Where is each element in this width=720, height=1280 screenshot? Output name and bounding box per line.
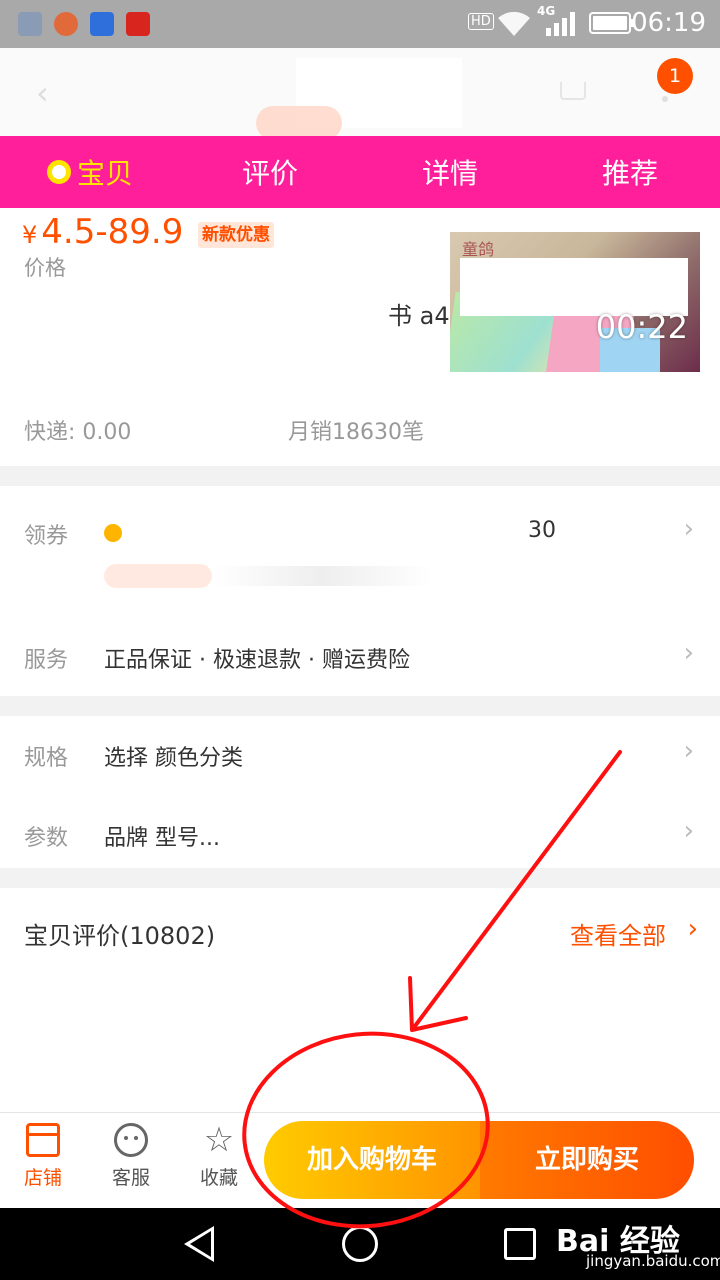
tab-bar: 宝贝 评价 详情 推荐	[0, 136, 720, 208]
currency-symbol: ¥	[22, 221, 38, 249]
shipping-fee: 快递: 0.00	[24, 420, 132, 445]
params-label: 参数	[24, 826, 69, 851]
tab-details[interactable]: 详情	[360, 136, 540, 208]
service-value: 正品保证 · 极速退款 · 赠运费险	[104, 648, 410, 673]
top-nav: ‹ 1	[0, 48, 720, 140]
live-chip[interactable]	[256, 106, 342, 140]
tab-label: 详情	[421, 157, 478, 190]
status-bar: HD 4G 06:19	[0, 0, 720, 48]
product-title-fragment: 书 a4	[388, 302, 450, 330]
star-icon: ☆	[203, 1120, 235, 1160]
system-nav-bar: Bai 经验 jingyan.baidu.com	[0, 1208, 720, 1280]
video-duration: 00:22	[595, 308, 688, 346]
signal-icon	[546, 12, 575, 36]
coupon-redaction	[212, 566, 432, 586]
original-price-label: 价格	[24, 256, 66, 280]
shop-label: 店铺	[23, 1167, 62, 1189]
product-summary: ¥4.5-89.9 新款优惠 价格 书 a4 童鸽 00:22 快递: 0.00…	[0, 208, 720, 466]
battery-icon	[589, 12, 635, 34]
gallery-app-icon	[18, 12, 42, 36]
coupon-amount: 30	[528, 518, 556, 543]
chevron-right-icon: ›	[683, 638, 694, 668]
back-icon[interactable]: ‹	[36, 74, 49, 112]
coupon-tag	[104, 564, 212, 588]
monthly-sales: 月销18630笔	[288, 420, 424, 445]
cart-icon[interactable]	[560, 82, 586, 100]
chevron-right-icon[interactable]: ›	[688, 914, 698, 944]
customer-service-icon	[114, 1123, 148, 1157]
active-tab-dot-icon	[46, 160, 71, 184]
tab-label: 评价	[241, 157, 298, 190]
customer-service-label: 客服	[111, 1167, 150, 1189]
promo-tag: 新款优惠	[198, 222, 274, 248]
tab-recommend[interactable]: 推荐	[540, 136, 720, 208]
video-thumbnail[interactable]: 童鸽 00:22	[450, 232, 700, 372]
view-all-link[interactable]: 查看全部	[570, 916, 666, 951]
params-value: 品牌 型号...	[104, 826, 220, 851]
spec-row[interactable]: 规格 选择 颜色分类 ›	[0, 716, 720, 796]
service-label: 服务	[24, 648, 69, 673]
spec-label: 规格	[24, 746, 69, 771]
customer-service-button[interactable]: 客服	[96, 1123, 166, 1190]
coupon-icon	[104, 524, 122, 542]
promo-section: 领券 30 › 服务 正品保证 · 极速退款 · 赠运费险 ›	[0, 486, 720, 696]
price-range: ¥4.5-89.9	[22, 212, 183, 252]
shop-icon	[26, 1123, 60, 1157]
favorite-button[interactable]: ☆ 收藏	[184, 1123, 254, 1190]
browser-app-icon	[54, 12, 78, 36]
nav-home-icon[interactable]	[342, 1226, 378, 1262]
chevron-right-icon: ›	[683, 514, 694, 544]
spec-value: 选择 颜色分类	[104, 746, 243, 771]
shop-button[interactable]: 店铺	[8, 1123, 78, 1190]
tab-reviews[interactable]: 评价	[180, 136, 360, 208]
more-icon[interactable]	[662, 96, 668, 102]
buy-now-button[interactable]: 立即购买	[480, 1121, 694, 1199]
notification-badge: 1	[657, 58, 693, 94]
hd-indicator: HD	[468, 13, 494, 30]
watermark-url: jingyan.baidu.com	[586, 1252, 720, 1270]
reviews-title: 宝贝评价(10802)	[24, 922, 216, 950]
video-brand-logo: 童鸽	[462, 240, 495, 259]
reviews-section: 宝贝评价(10802) 查看全部 ›	[0, 888, 720, 1112]
action-bar: 店铺 客服 ☆ 收藏 加入购物车 立即购买	[0, 1112, 720, 1208]
tab-item[interactable]: 宝贝	[0, 136, 180, 208]
status-time: 06:19	[631, 8, 706, 38]
favorite-label: 收藏	[199, 1167, 238, 1189]
coupon-row[interactable]: 领券 30 ›	[0, 494, 720, 594]
nav-recent-icon[interactable]	[504, 1228, 536, 1260]
price-value: 4.5-89.9	[41, 212, 184, 252]
service-row[interactable]: 服务 正品保证 · 极速退款 · 赠运费险 ›	[0, 618, 720, 698]
spec-section: 规格 选择 颜色分类 › 参数 品牌 型号... ›	[0, 716, 720, 868]
chevron-right-icon: ›	[683, 736, 694, 766]
wifi-icon	[498, 11, 530, 36]
params-row[interactable]: 参数 品牌 型号... ›	[0, 796, 720, 876]
tab-label: 推荐	[601, 157, 658, 190]
toutiao-app-icon	[126, 12, 150, 36]
chevron-right-icon: ›	[683, 816, 694, 846]
baidu-app-icon	[90, 12, 114, 36]
coupon-label: 领券	[24, 524, 69, 549]
nav-back-icon[interactable]	[184, 1226, 214, 1262]
add-to-cart-button[interactable]: 加入购物车	[264, 1121, 480, 1199]
tab-label: 宝贝	[76, 157, 133, 190]
